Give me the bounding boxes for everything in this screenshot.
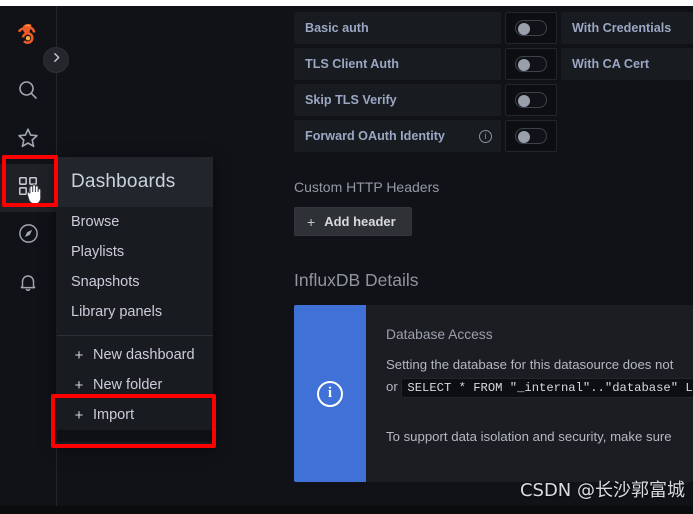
auth-row-basic-auth: Basic auth With Credentials: [294, 12, 693, 44]
menu-item-new-dashboard[interactable]: + New dashboard: [57, 340, 213, 370]
auth-label-text: Skip TLS Verify: [305, 93, 397, 107]
sidebar-item-explore[interactable]: [0, 212, 57, 260]
auth-row-tls-client-auth: TLS Client Auth With CA Cert: [294, 48, 693, 80]
mouse-hand-cursor-icon: [24, 183, 44, 212]
auth-label-text: With CA Cert: [572, 57, 650, 71]
alert-body: Database Access Setting the database for…: [366, 305, 693, 482]
chevron-right-icon: [50, 51, 63, 69]
plus-icon: +: [74, 406, 84, 424]
auth-label-basic-auth: Basic auth: [294, 12, 501, 44]
menu-item-label: Browse: [71, 214, 120, 230]
search-icon: [16, 78, 40, 107]
auth-row-skip-tls-verify: Skip TLS Verify: [294, 84, 693, 116]
toggle-knob: [518, 59, 530, 71]
left-nav-rail: [0, 6, 57, 514]
menu-item-snapshots[interactable]: Snapshots: [57, 267, 213, 297]
auth-label-forward-oauth-identity: Forward OAuth Identity i: [294, 120, 501, 152]
toggle-knob: [518, 95, 530, 107]
toggle-basic-auth[interactable]: [515, 20, 547, 36]
csdn-watermark: CSDN @长沙郭富城: [519, 480, 685, 501]
auth-label-with-credentials: With Credentials: [561, 12, 693, 44]
toggle-skip-tls-verify[interactable]: [515, 92, 547, 108]
toggle-cell-forward-oauth-identity[interactable]: [505, 120, 557, 152]
menu-item-import[interactable]: + Import: [57, 400, 213, 430]
toggle-forward-oauth-identity[interactable]: [515, 128, 547, 144]
window-bottom-strip: [0, 506, 693, 514]
compass-explore-icon: [17, 222, 40, 250]
auth-right-spacer: [561, 84, 693, 116]
info-circle-icon: i: [317, 380, 343, 407]
plus-icon: +: [74, 376, 84, 394]
auth-label-text: Basic auth: [305, 21, 369, 35]
auth-toggle-rows: Basic auth With Credentials TLS Client A…: [294, 12, 693, 152]
alert-accent-bar: i: [294, 305, 366, 482]
sidebar-item-alerting[interactable]: [0, 260, 57, 308]
grafana-datasource-settings-screen: Dashboards Browse Playlists Snapshots Li…: [0, 0, 693, 514]
custom-http-headers-title: Custom HTTP Headers: [294, 179, 440, 195]
auth-right-spacer: [561, 120, 693, 152]
menu-item-label: New dashboard: [93, 347, 195, 363]
dashboards-dropdown-menu: Dashboards Browse Playlists Snapshots Li…: [57, 157, 213, 444]
menu-item-playlists[interactable]: Playlists: [57, 237, 213, 267]
menu-item-label: Playlists: [71, 244, 125, 260]
auth-label-text: With Credentials: [572, 21, 672, 35]
expand-nav-button[interactable]: [43, 47, 69, 73]
toggle-knob: [518, 23, 530, 35]
menu-item-label: Snapshots: [71, 274, 140, 290]
toggle-knob: [518, 131, 530, 143]
alert-line-2: or SELECT * FROM "_internal".."database"…: [386, 376, 693, 399]
menu-item-browse[interactable]: Browse: [57, 207, 213, 237]
influxdb-details-title: InfluxDB Details: [294, 270, 419, 290]
auth-label-with-ca-cert: With CA Cert: [561, 48, 693, 80]
auth-label-skip-tls-verify: Skip TLS Verify: [294, 84, 501, 116]
toggle-cell-tls-client-auth[interactable]: [505, 48, 557, 80]
alert-title: Database Access: [386, 327, 493, 342]
toggle-cell-skip-tls-verify[interactable]: [505, 84, 557, 116]
menu-item-library-panels[interactable]: Library panels: [57, 297, 213, 327]
add-header-label: Add header: [324, 214, 396, 229]
auth-label-tls-client-auth: TLS Client Auth: [294, 48, 501, 80]
menu-item-label: New folder: [93, 377, 163, 393]
menu-footer-spacer: [57, 430, 213, 442]
bell-alerting-icon: [17, 271, 39, 298]
sidebar-item-starred[interactable]: [0, 116, 57, 164]
datasource-settings-pane: Basic auth With Credentials TLS Client A…: [268, 6, 693, 514]
sidebar-item-search[interactable]: [0, 68, 57, 116]
menu-header-label: Dashboards: [71, 171, 176, 192]
plus-icon: +: [74, 346, 84, 364]
star-icon: [16, 126, 40, 155]
toggle-tls-client-auth[interactable]: [515, 56, 547, 72]
sidebar-item-dashboards[interactable]: [0, 164, 57, 212]
auth-row-forward-oauth-identity: Forward OAuth Identity i: [294, 120, 693, 152]
auth-label-text: Forward OAuth Identity: [305, 129, 445, 143]
database-access-info-alert: i Database Access Setting the database f…: [294, 305, 693, 482]
toggle-cell-basic-auth[interactable]: [505, 12, 557, 44]
menu-item-new-folder[interactable]: + New folder: [57, 370, 213, 400]
alert-line-3: To support data isolation and security, …: [386, 429, 672, 444]
alert-line-1: Setting the database for this datasource…: [386, 357, 674, 372]
menu-header-dashboards[interactable]: Dashboards: [57, 157, 213, 207]
alert-query-code: SELECT * FROM "_internal".."database" LI…: [401, 378, 693, 398]
info-icon[interactable]: i: [479, 129, 492, 143]
menu-item-label: Import: [93, 407, 135, 423]
alert-line-2-prefix: or: [386, 379, 398, 394]
menu-item-label: Library panels: [71, 304, 163, 320]
plus-icon: +: [307, 213, 316, 230]
add-header-button[interactable]: + Add header: [294, 207, 412, 236]
grafana-logo-icon[interactable]: [10, 18, 46, 54]
auth-label-text: TLS Client Auth: [305, 57, 399, 71]
menu-divider: [57, 335, 213, 336]
